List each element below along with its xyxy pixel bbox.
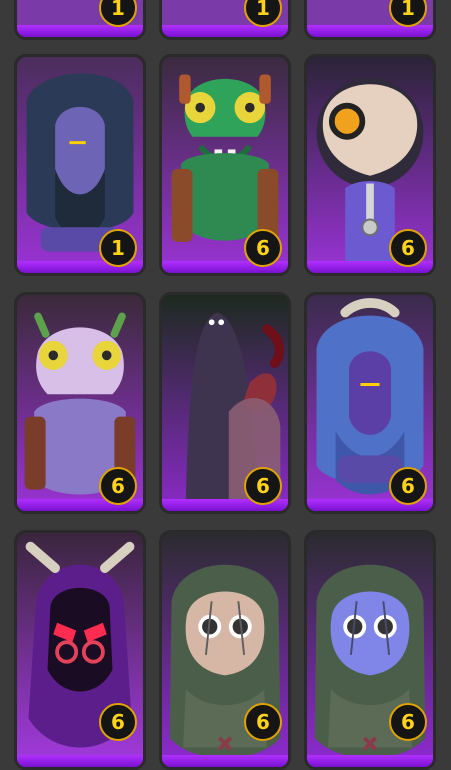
card-r0c0[interactable]: 1 [14, 0, 146, 40]
cost-badge: 6 [389, 467, 427, 505]
cost-badge: 6 [99, 703, 137, 741]
card-r2c0[interactable]: 6 [14, 292, 146, 514]
card-r0c1[interactable]: 1 [159, 0, 291, 40]
cost-badge: 6 [389, 229, 427, 267]
card-r1c0[interactable]: 1 [14, 54, 146, 276]
cost-badge: 6 [244, 229, 282, 267]
cost-badge: 1 [99, 229, 137, 267]
cost-badge: 6 [244, 467, 282, 505]
rarity-rail [17, 755, 143, 767]
rarity-rail [17, 25, 143, 37]
card-r2c2[interactable]: 6 [304, 292, 436, 514]
cost-badge: 6 [389, 703, 427, 741]
card-r1c1[interactable]: 6 [159, 54, 291, 276]
card-r3c1[interactable]: 6 [159, 530, 291, 770]
card-grid: 1 1 1 1 6 6 6 6 6 6 6 6 [0, 0, 451, 770]
rarity-rail [307, 25, 433, 37]
card-r3c0[interactable]: 6 [14, 530, 146, 770]
card-r1c2[interactable]: 6 [304, 54, 436, 276]
card-r3c2[interactable]: 6 [304, 530, 436, 770]
cost-badge: 6 [244, 703, 282, 741]
rarity-rail [162, 755, 288, 767]
rarity-rail [162, 25, 288, 37]
cost-badge: 6 [99, 467, 137, 505]
rarity-rail [307, 755, 433, 767]
card-r0c2[interactable]: 1 [304, 0, 436, 40]
card-r2c1[interactable]: 6 [159, 292, 291, 514]
